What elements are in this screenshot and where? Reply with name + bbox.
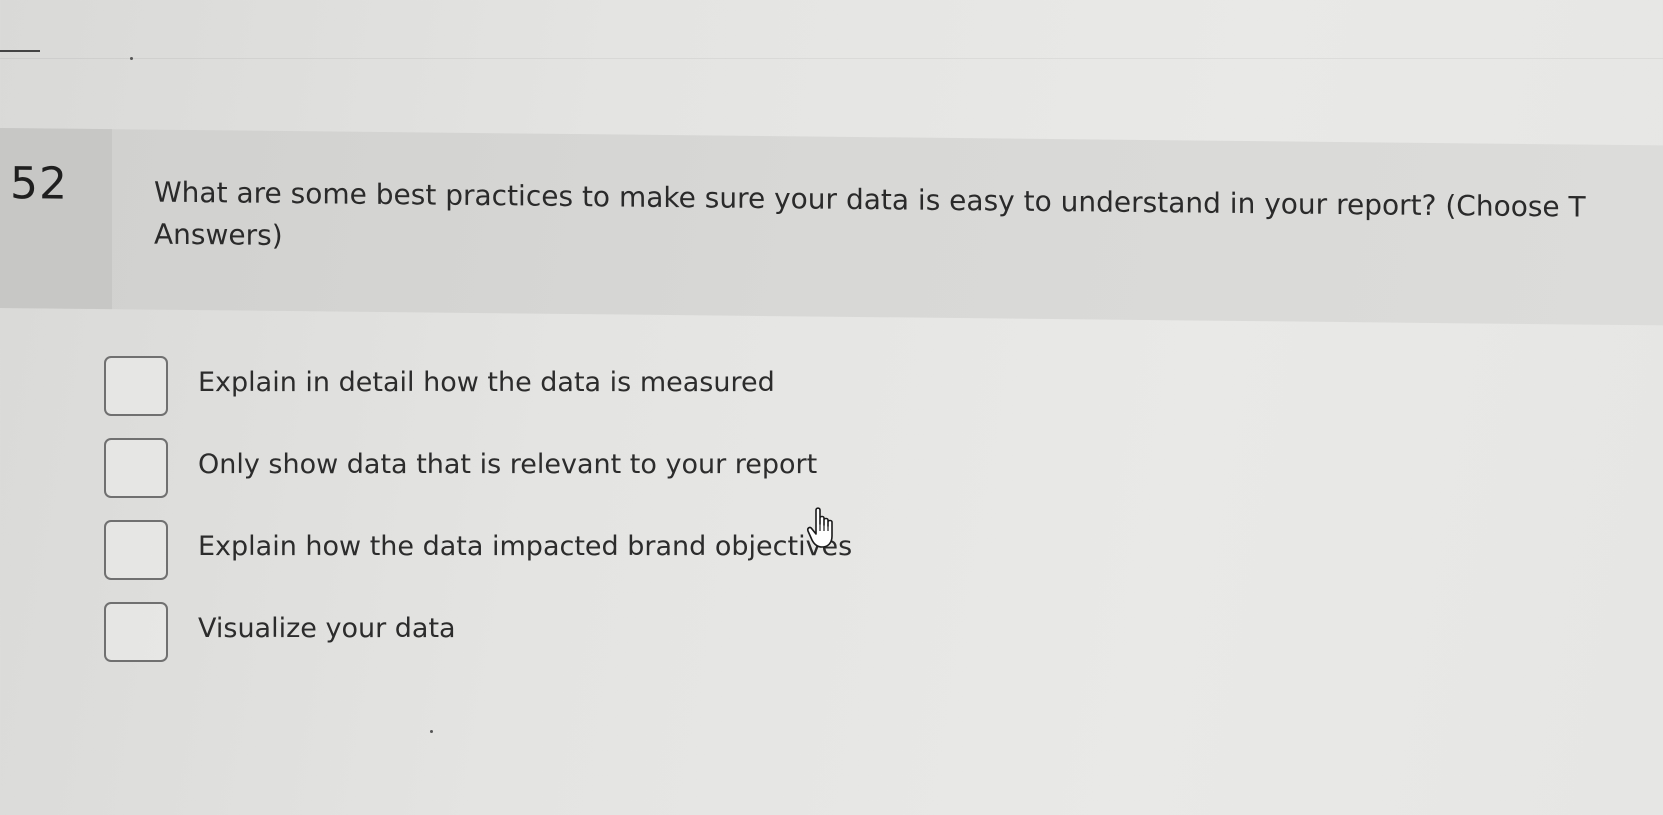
question-text: What are some best practices to make sur… bbox=[154, 172, 1663, 272]
answer-option[interactable]: Explain how the data impacted brand obje… bbox=[104, 520, 1304, 604]
answer-option[interactable]: Only show data that is relevant to your … bbox=[104, 438, 1304, 522]
answer-option-label[interactable]: Explain how the data impacted brand obje… bbox=[198, 530, 852, 564]
hand-pointer-icon bbox=[807, 507, 833, 548]
question-number-cell: 52 bbox=[0, 128, 112, 310]
question-header: 52 What are some best practices to make … bbox=[0, 128, 1663, 326]
answer-checkbox[interactable] bbox=[104, 356, 168, 416]
answer-checkbox[interactable] bbox=[104, 438, 168, 498]
top-divider bbox=[0, 50, 40, 52]
screen-speck bbox=[430, 730, 433, 733]
answer-option[interactable]: Visualize your data bbox=[104, 602, 1304, 686]
answer-checkbox[interactable] bbox=[104, 602, 168, 662]
answer-option-label[interactable]: Visualize your data bbox=[198, 612, 456, 646]
answer-option[interactable]: Explain in detail how the data is measur… bbox=[104, 356, 1304, 440]
screen-speck bbox=[130, 57, 133, 60]
answer-option-label[interactable]: Only show data that is relevant to your … bbox=[198, 448, 817, 482]
top-separator bbox=[0, 58, 1663, 59]
answer-checkbox[interactable] bbox=[104, 520, 168, 580]
answer-options: Explain in detail how the data is measur… bbox=[104, 356, 1304, 686]
question-number: 52 bbox=[10, 158, 68, 210]
question-text-line2: Answers) bbox=[154, 217, 283, 252]
answer-option-label[interactable]: Explain in detail how the data is measur… bbox=[198, 366, 775, 400]
